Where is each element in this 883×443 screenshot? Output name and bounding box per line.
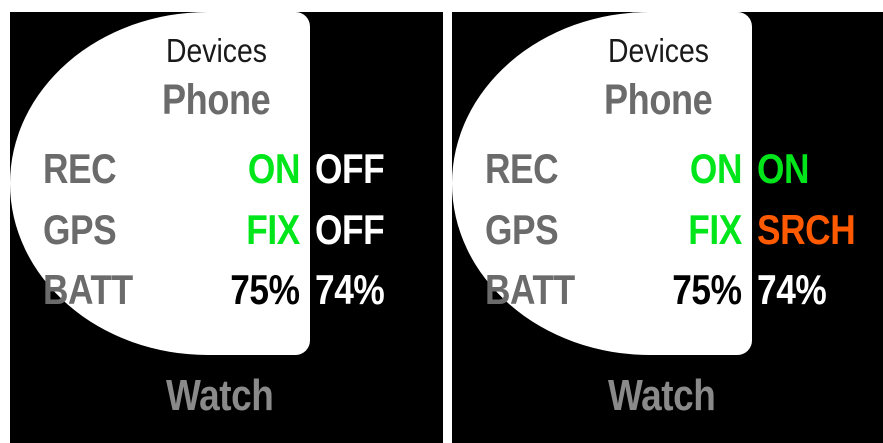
phone-label: Phone bbox=[604, 76, 713, 124]
phone-gps-status: FIX bbox=[246, 206, 300, 253]
phone-gps-status: FIX bbox=[688, 206, 742, 253]
devices-title: Devices bbox=[166, 32, 267, 69]
watch-screen-right: Devices Phone REC ON ON GPS FIX SRCH BAT… bbox=[452, 12, 883, 443]
phone-battery-value: 75% bbox=[230, 266, 301, 313]
watch-label: Watch bbox=[166, 371, 274, 420]
watch-gps-status: OFF bbox=[315, 206, 385, 253]
watch-label: Watch bbox=[608, 371, 716, 420]
batt-label: BATT bbox=[485, 266, 575, 313]
watch-battery-value: 74% bbox=[315, 266, 385, 313]
phone-battery-value: 75% bbox=[672, 266, 743, 313]
batt-label: BATT bbox=[43, 266, 133, 313]
rec-label: REC bbox=[43, 145, 117, 192]
gps-label: GPS bbox=[485, 206, 559, 253]
phone-label: Phone bbox=[162, 76, 271, 124]
phone-rec-status: ON bbox=[689, 145, 743, 192]
rec-label: REC bbox=[485, 145, 559, 192]
watch-battery-value: 74% bbox=[757, 266, 827, 313]
watch-screen-left: Devices Phone REC ON OFF GPS FIX OFF BAT… bbox=[10, 12, 443, 443]
watch-rec-status: OFF bbox=[315, 145, 385, 192]
watch-rec-status: ON bbox=[757, 145, 810, 192]
gps-label: GPS bbox=[43, 206, 117, 253]
devices-title: Devices bbox=[608, 32, 709, 69]
phone-rec-status: ON bbox=[247, 145, 301, 192]
watch-gps-status: SRCH bbox=[757, 206, 856, 253]
